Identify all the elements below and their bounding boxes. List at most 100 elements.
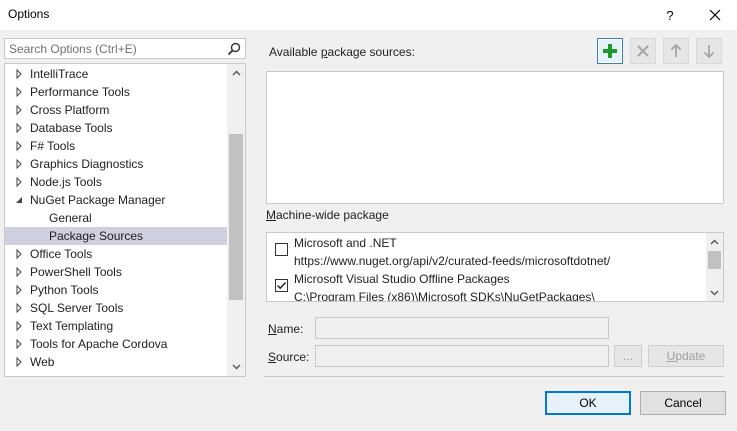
- tree-scrollbar[interactable]: [227, 64, 245, 376]
- tree-item-label: Office Tools: [30, 247, 93, 261]
- expand-arrow-icon[interactable]: [14, 105, 24, 115]
- tree-item-label: Cross Platform: [30, 103, 110, 117]
- tree-list: IntelliTrace Performance Tools Cross Platf…: [5, 65, 227, 371]
- list-item[interactable]: Microsoft and .NET https://www.nuget.org…: [267, 234, 705, 270]
- button-label: OK: [579, 396, 597, 410]
- tree-item[interactable]: Graphics Diagnostics: [5, 155, 227, 173]
- expand-arrow-icon[interactable]: [14, 159, 24, 169]
- chevron-up-icon: [710, 239, 719, 244]
- source-label: Source:: [268, 350, 309, 364]
- tree-item[interactable]: Web: [5, 353, 227, 371]
- tree-item-label: Web: [30, 355, 55, 369]
- tree-item-label: Text Templating: [30, 319, 114, 333]
- label-text: ame:: [276, 322, 304, 336]
- source-url: C:\Program Files (x86)\Microsoft SDKs\Nu…: [294, 290, 595, 302]
- label-text: ource:: [276, 350, 310, 364]
- tree-item-label: PowerShell Tools: [30, 265, 122, 279]
- available-sources-label: Available package sources:: [269, 45, 415, 59]
- tree-item-label: IntelliTrace: [30, 67, 89, 81]
- close-icon: [709, 9, 721, 21]
- expand-arrow-icon[interactable]: [14, 267, 24, 277]
- tree-item-label: SQL Server Tools: [30, 301, 124, 315]
- tree-item[interactable]: Cross Platform: [5, 101, 227, 119]
- source-field[interactable]: [315, 345, 609, 367]
- tree-item[interactable]: Python Tools: [5, 281, 227, 299]
- tree-item[interactable]: SQL Server Tools: [5, 299, 227, 317]
- expand-arrow-icon[interactable]: [14, 321, 24, 331]
- checkbox[interactable]: [275, 243, 288, 256]
- list-item[interactable]: Microsoft Visual Studio Offline Packages…: [267, 270, 705, 302]
- tree-item-label: Graphics Diagnostics: [30, 157, 144, 171]
- tree-item-label: Performance Tools: [30, 85, 130, 99]
- search-box: [4, 38, 246, 59]
- expand-arrow-icon[interactable]: [14, 69, 24, 79]
- help-button[interactable]: ?: [650, 0, 690, 30]
- source-name: Microsoft and .NET: [294, 236, 397, 250]
- move-down-button[interactable]: [696, 38, 722, 64]
- close-button[interactable]: [695, 0, 735, 30]
- scroll-thumb[interactable]: [708, 251, 721, 269]
- search-icon[interactable]: [226, 41, 242, 57]
- update-button[interactable]: Update: [648, 345, 724, 367]
- label-text: Available: [269, 45, 321, 59]
- name-field[interactable]: [315, 317, 609, 339]
- tree-item-label: Node.js Tools: [30, 175, 102, 189]
- expand-arrow-icon[interactable]: [14, 285, 24, 295]
- label-text: ackage sources:: [327, 45, 415, 59]
- expand-arrow-icon[interactable]: [14, 357, 24, 367]
- tree-item[interactable]: Node.js Tools: [5, 173, 227, 191]
- button-label: Cancel: [664, 396, 702, 410]
- add-source-button[interactable]: [597, 38, 623, 64]
- scroll-up-button[interactable]: [227, 64, 245, 82]
- cancel-button[interactable]: Cancel: [640, 391, 726, 415]
- tree-item-label: Python Tools: [30, 283, 99, 297]
- move-up-button[interactable]: [663, 38, 689, 64]
- access-key: M: [266, 208, 276, 222]
- expand-arrow-icon[interactable]: [14, 339, 24, 349]
- tree-item[interactable]: Database Tools: [5, 119, 227, 137]
- scroll-down-button[interactable]: [706, 284, 723, 301]
- arrow-up-icon: [670, 44, 682, 57]
- collapse-arrow-icon[interactable]: [14, 195, 24, 205]
- expand-arrow-icon[interactable]: [14, 123, 24, 133]
- label-text: achine-wide package: [276, 208, 389, 222]
- button-label: pdate: [675, 349, 706, 363]
- source-name: Microsoft Visual Studio Offline Packages: [294, 272, 510, 286]
- tree-item[interactable]: Text Templating: [5, 317, 227, 335]
- checkmark-icon: [276, 281, 287, 290]
- tree-item[interactable]: F# Tools: [5, 137, 227, 155]
- browse-button[interactable]: ...: [614, 345, 642, 367]
- access-key: N: [268, 322, 277, 336]
- tree-item-label: Tools for Apache Cordova: [30, 337, 168, 351]
- machine-wide-scrollbar[interactable]: [706, 233, 723, 301]
- tree-item[interactable]: General: [5, 209, 227, 227]
- tree-item-label: General: [49, 211, 92, 225]
- expand-arrow-icon[interactable]: [14, 177, 24, 187]
- scroll-down-button[interactable]: [227, 358, 245, 376]
- search-input[interactable]: [9, 41, 219, 56]
- tree-item[interactable]: NuGet Package Manager: [5, 191, 227, 209]
- checkbox[interactable]: [275, 279, 288, 292]
- expand-arrow-icon[interactable]: [14, 87, 24, 97]
- available-sources-list[interactable]: [266, 71, 724, 204]
- chevron-down-icon: [710, 290, 719, 295]
- x-icon: [637, 45, 649, 57]
- tree-item-label: Package Sources: [49, 229, 144, 243]
- chevron-up-icon: [232, 70, 240, 76]
- ok-button[interactable]: OK: [545, 391, 631, 415]
- machine-wide-label: Machine-wide package: [266, 208, 389, 222]
- tree-item[interactable]: PowerShell Tools: [5, 263, 227, 281]
- scroll-up-button[interactable]: [706, 233, 723, 250]
- arrow-down-icon: [703, 45, 715, 58]
- tree-item[interactable]: Tools for Apache Cordova: [5, 335, 227, 353]
- expand-arrow-icon[interactable]: [14, 249, 24, 259]
- tree-item[interactable]: Performance Tools: [5, 83, 227, 101]
- expand-arrow-icon[interactable]: [14, 303, 24, 313]
- scroll-thumb[interactable]: [229, 134, 243, 300]
- tree-item[interactable]: Office Tools: [5, 245, 227, 263]
- remove-source-button[interactable]: [630, 38, 656, 64]
- button-label: ...: [622, 349, 633, 363]
- tree-item[interactable]: Package Sources: [5, 227, 227, 245]
- expand-arrow-icon[interactable]: [14, 141, 24, 151]
- tree-item[interactable]: IntelliTrace: [5, 65, 227, 83]
